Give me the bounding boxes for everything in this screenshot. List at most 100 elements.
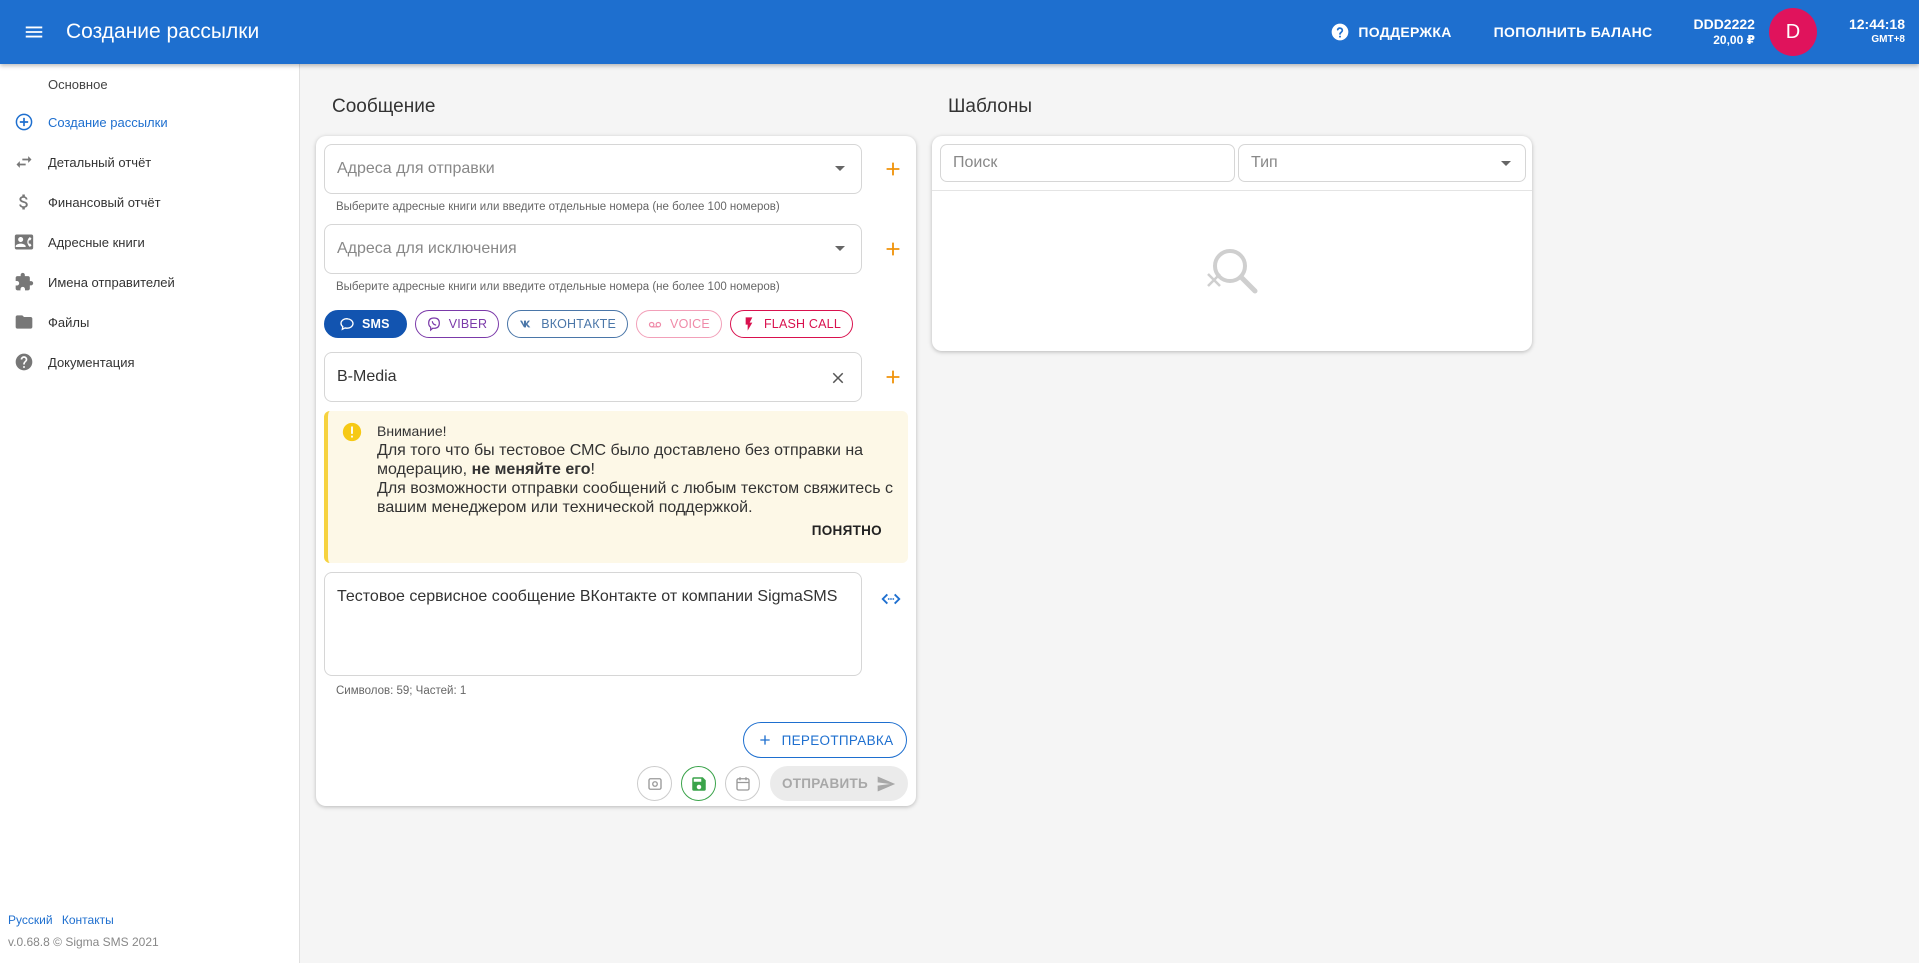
add-exclusions-plus-icon[interactable] xyxy=(882,238,904,260)
sidebar-item-label: Имена отправителей xyxy=(48,274,175,290)
plus-circle-icon xyxy=(0,112,48,132)
sidebar-item-files[interactable]: Файлы xyxy=(0,302,299,342)
alert-bold-text: не меняйте его xyxy=(471,461,591,478)
add-recipients-plus-icon[interactable] xyxy=(882,158,904,180)
chip-label: VOICE xyxy=(670,317,710,331)
preview-icon xyxy=(647,777,662,790)
chip-label: FLASH CALL xyxy=(763,317,841,331)
clock-timezone: GMT+8 xyxy=(1871,34,1905,45)
warning-icon xyxy=(342,422,362,442)
support-label: ПОДДЕРЖКА xyxy=(1358,24,1452,40)
send-icon xyxy=(877,776,896,791)
alert-text: Для того что бы тестовое СМС было достав… xyxy=(377,442,864,478)
exclusions-hint: Выберите адресные книги или введите отде… xyxy=(336,281,780,293)
schedule-button[interactable] xyxy=(725,766,760,801)
sidebar-item-detail-report[interactable]: Детальный отчёт xyxy=(0,142,299,182)
recipients-hint: Выберите адресные книги или введите отде… xyxy=(336,201,780,213)
help-circle-icon xyxy=(1332,23,1349,41)
got-it-button[interactable]: ПОНЯТНО xyxy=(812,523,882,538)
clock-time: 12:44:18 xyxy=(1848,16,1905,32)
channel-viber-chip[interactable]: VIBER xyxy=(414,310,500,338)
contact-card-icon xyxy=(0,232,48,252)
resend-label: ПЕРЕОТПРАВКА xyxy=(781,732,894,748)
chip-label: SMS xyxy=(362,317,390,331)
send-label: ОТПРАВИТЬ xyxy=(781,776,869,791)
save-button[interactable] xyxy=(681,766,716,801)
alert-title: Внимание! xyxy=(377,423,447,439)
sidebar-footer: Русский Контакты v.0.68.8 © Sigma SMS 20… xyxy=(8,913,159,949)
no-results-search-icon xyxy=(1207,249,1258,294)
templates-heading: Шаблоны xyxy=(948,96,1033,117)
version-text: v.0.68.8 © Sigma SMS 2021 xyxy=(8,935,159,949)
sidebar-item-address-books[interactable]: Адресные книги xyxy=(0,222,299,262)
sidebar-item-documentation[interactable]: Документация xyxy=(0,342,299,382)
message-heading: Сообщение xyxy=(332,96,436,117)
template-search-input[interactable]: Поиск xyxy=(940,144,1235,182)
sidebar-item-sender-names[interactable]: Имена отправителей xyxy=(0,262,299,302)
swap-arrows-icon xyxy=(0,152,48,172)
account-name: DDD2222 xyxy=(1693,16,1755,32)
contacts-link[interactable]: Контакты xyxy=(62,913,114,927)
save-icon xyxy=(691,776,706,791)
recipients-select[interactable]: Адреса для отправки xyxy=(324,144,862,194)
menu-icon[interactable] xyxy=(16,14,52,50)
chat-bubble-icon xyxy=(340,317,354,331)
account-info[interactable]: DDD2222 20,00 ₽ xyxy=(1693,16,1754,48)
clock: 12:44:18 GMT+8 xyxy=(1849,17,1905,47)
voicemail-icon xyxy=(648,321,662,328)
channel-chips: SMS VIBER ВКОНТАКТЕ VOICE FLASH CALL xyxy=(324,310,853,338)
support-button[interactable]: ПОДДЕРЖКА xyxy=(1309,12,1472,52)
sender-name-field[interactable]: B-Media xyxy=(324,352,862,402)
sender-name-value: B-Media xyxy=(337,368,397,385)
vk-icon xyxy=(520,320,531,328)
recipients-placeholder: Адреса для отправки xyxy=(337,160,495,177)
send-button[interactable]: ОТПРАВИТЬ xyxy=(770,766,908,801)
sidebar-item-label: Детальный отчёт xyxy=(48,154,152,170)
chip-label: ВКОНТАКТЕ xyxy=(541,317,617,331)
channel-flash-call-chip[interactable]: FLASH CALL xyxy=(729,310,853,338)
alert-text: Для возможности отправки сообщений с люб… xyxy=(377,480,893,516)
chevron-down-icon[interactable] xyxy=(1501,161,1511,166)
sidebar-item-label: Создание рассылки xyxy=(48,114,168,130)
chevron-down-icon[interactable] xyxy=(835,246,845,251)
add-sender-plus-icon[interactable] xyxy=(882,366,904,388)
channel-vk-chip[interactable]: ВКОНТАКТЕ xyxy=(507,310,629,338)
top-app-bar: Создание рассылки ПОДДЕРЖКА ПОПОЛНИТЬ БА… xyxy=(0,0,1919,64)
sidebar-item-create-mailing[interactable]: Создание рассылки xyxy=(0,102,299,142)
divider xyxy=(932,190,1532,191)
resend-button[interactable]: ПЕРЕОТПРАВКА xyxy=(743,722,907,758)
channel-voice-chip[interactable]: VOICE xyxy=(636,310,722,338)
chip-label: VIBER xyxy=(448,317,488,331)
type-placeholder: Тип xyxy=(1251,154,1278,171)
templates-card: Поиск Тип xyxy=(932,136,1532,351)
sidebar: Основное Создание рассылки Детальный отч… xyxy=(0,64,300,963)
exclusions-select[interactable]: Адреса для исключения xyxy=(324,224,862,274)
sidebar-item-label: Документация xyxy=(48,354,135,370)
message-card: Адреса для отправки Выберите адресные кн… xyxy=(316,136,916,806)
page-title: Создание рассылки xyxy=(66,20,260,43)
plus-icon xyxy=(759,735,770,745)
chevron-down-icon[interactable] xyxy=(835,166,845,171)
alert-body: Для того что бы тестовое СМС было достав… xyxy=(377,441,897,517)
template-type-select[interactable]: Тип xyxy=(1238,144,1526,182)
calendar-icon xyxy=(735,776,750,791)
message-text-area[interactable]: Тестовое сервисное сообщение ВКонтакте о… xyxy=(324,572,862,676)
sidebar-item-label: Финансовый отчёт xyxy=(48,194,161,210)
sidebar-item-finance-report[interactable]: Финансовый отчёт xyxy=(0,182,299,222)
alert-text: ! xyxy=(590,461,595,478)
channel-sms-chip[interactable]: SMS xyxy=(324,310,407,338)
sidebar-item-label: Адресные книги xyxy=(48,234,145,250)
language-link[interactable]: Русский xyxy=(8,913,53,927)
dollar-icon xyxy=(0,192,48,212)
puzzle-icon xyxy=(0,272,48,292)
code-variables-icon[interactable] xyxy=(880,588,902,610)
avatar[interactable]: D xyxy=(1768,8,1817,56)
topup-balance-button[interactable]: ПОПОЛНИТЬ БАЛАНС xyxy=(1473,12,1674,52)
close-icon[interactable] xyxy=(829,369,847,387)
folder-icon xyxy=(0,312,48,332)
viber-icon xyxy=(427,317,440,332)
warning-alert: Внимание! Для того что бы тестовое СМС б… xyxy=(324,411,908,563)
help-icon xyxy=(0,352,48,372)
sidebar-section-title: Основное xyxy=(48,77,108,92)
preview-button[interactable] xyxy=(637,766,672,801)
